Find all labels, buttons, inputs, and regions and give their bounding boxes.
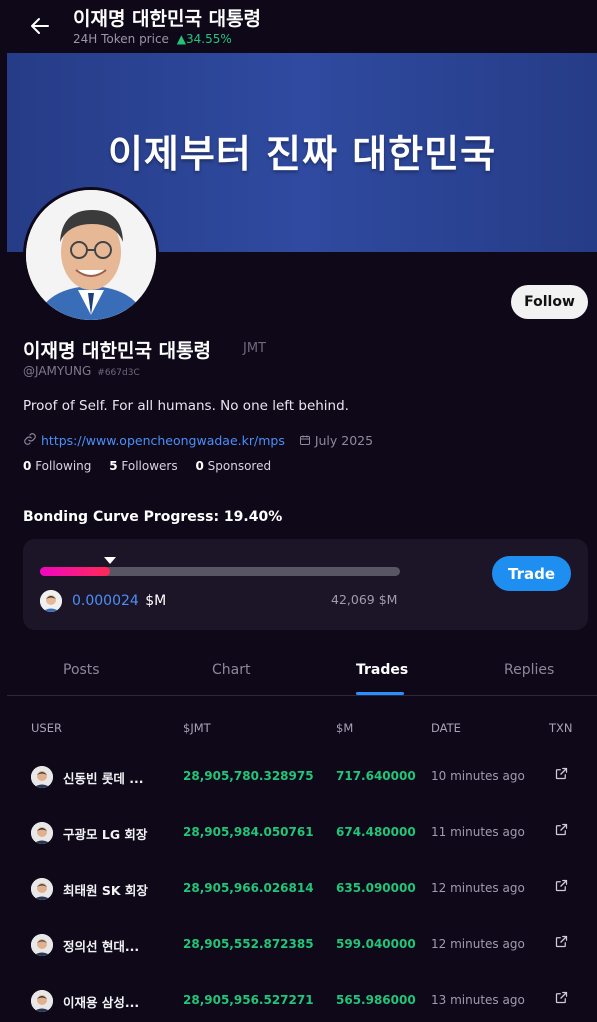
market-cap-target: 42,069 $M (331, 592, 398, 607)
tab-chart[interactable]: Chart (212, 662, 250, 678)
profile-tabs: Posts Chart Trades Replies (7, 648, 597, 696)
trade-jmt-amount: 28,905,966.026814 (183, 881, 314, 895)
trade-m-amount: 635.090000 (336, 881, 416, 895)
handle-text: @JAMYUNG (23, 364, 92, 378)
tab-replies[interactable]: Replies (504, 662, 554, 678)
joined-text: July 2025 (314, 433, 374, 448)
bonding-progress-bar (40, 567, 400, 576)
table-row: 이재용 삼성... 28,905,956.527271 565.986000 13 m… (0, 981, 597, 1021)
following-stat[interactable]: 0 Following (23, 459, 91, 473)
trade-jmt-amount: 28,905,780.328975 (183, 769, 314, 783)
calendar-icon (299, 433, 315, 448)
trade-date: 10 minutes ago (431, 769, 525, 783)
trade-user[interactable]: 이재용 삼성... (63, 992, 139, 1011)
joined-date: July 2025 (299, 433, 373, 448)
trade-date: 13 minutes ago (431, 993, 525, 1007)
profile-stats: 0 Following 5 Followers 0 Sponsored (23, 459, 285, 473)
profile-handle: @JAMYUNG #667d3C (23, 364, 140, 378)
user-avatar[interactable] (31, 878, 53, 900)
table-row: 구광모 LG 회장 28,905,984.050761 674.480000 11 m… (0, 813, 597, 853)
bonding-curve-card: 0.000024 $M 42,069 $M Trade (23, 539, 588, 630)
top-header: 이재명 대한민국 대통령 24H Token price ▲34.55% (0, 0, 597, 53)
active-tab-indicator (356, 692, 404, 695)
token-ticker: JMT (243, 341, 266, 356)
profile-name: 이재명 대한민국 대통령 (23, 340, 212, 362)
trade-date: 12 minutes ago (431, 881, 525, 895)
back-arrow-icon[interactable] (28, 14, 52, 38)
external-link-icon[interactable] (554, 878, 569, 893)
profile-avatar (23, 187, 159, 323)
external-link-icon[interactable] (554, 822, 569, 837)
trade-user[interactable]: 신동빈 롯데 ... (63, 768, 143, 787)
follow-button[interactable]: Follow (511, 285, 588, 319)
profile-link[interactable]: https://www.opencheongwadae.kr/mps (41, 433, 285, 448)
external-link-icon[interactable] (554, 990, 569, 1005)
token-price: 0.000024 $M (72, 593, 167, 609)
price-change: ▲34.55% (176, 32, 232, 46)
tab-posts[interactable]: Posts (63, 662, 100, 678)
bonding-progress-fill (40, 567, 110, 576)
col-header-date: DATE (431, 721, 461, 735)
trade-date: 11 minutes ago (431, 825, 525, 839)
header-subtitle: 24H Token price ▲34.55% (73, 32, 232, 46)
profile-meta: https://www.opencheongwadae.kr/mps July … (23, 432, 373, 449)
user-avatar[interactable] (31, 990, 53, 1012)
trade-user[interactable]: 구광모 LG 회장 (63, 824, 147, 843)
link-icon (23, 432, 37, 449)
trade-jmt-amount: 28,905,552.872385 (183, 937, 314, 951)
table-row: 최태원 SK 회장 28,905,966.026814 635.090000 12 m… (0, 869, 597, 909)
col-header-txn: TXN (549, 721, 573, 735)
header-title: 이재명 대한민국 대통령 (73, 8, 262, 30)
bonding-curve-title: Bonding Curve Progress: 19.40% (23, 509, 283, 525)
trade-user[interactable]: 정의선 현대... (63, 936, 139, 955)
table-row: 정의선 현대... 28,905,552.872385 599.040000 12 m… (0, 925, 597, 965)
user-avatar[interactable] (31, 934, 53, 956)
external-link-icon[interactable] (554, 766, 569, 781)
tab-trades[interactable]: Trades (356, 662, 408, 678)
trade-user[interactable]: 최태원 SK 회장 (63, 880, 148, 899)
profile-bio: Proof of Self. For all humans. No one le… (23, 398, 349, 414)
col-header-jmt: $JMT (183, 721, 211, 735)
token-price-label: 24H Token price (73, 32, 169, 46)
external-link-icon[interactable] (554, 934, 569, 949)
col-header-user: USER (31, 721, 62, 735)
followers-stat[interactable]: 5 Followers (109, 459, 177, 473)
sponsored-stat[interactable]: 0 Sponsored (195, 459, 271, 473)
trade-jmt-amount: 28,905,956.527271 (183, 993, 314, 1007)
trade-m-amount: 717.640000 (336, 769, 416, 783)
trade-date: 12 minutes ago (431, 937, 525, 951)
table-row: 신동빈 롯데 ... 28,905,780.328975 717.640000 10 … (0, 757, 597, 797)
trade-jmt-amount: 28,905,984.050761 (183, 825, 314, 839)
trade-button[interactable]: Trade (492, 556, 571, 591)
user-avatar[interactable] (31, 822, 53, 844)
hex-id: #667d3C (97, 368, 140, 378)
progress-marker-icon (103, 557, 116, 564)
col-header-m: $M (336, 721, 354, 735)
trade-m-amount: 674.480000 (336, 825, 416, 839)
user-avatar[interactable] (31, 766, 53, 788)
trade-m-amount: 565.986000 (336, 993, 416, 1007)
token-avatar (40, 590, 62, 612)
banner-text: 이제부터 진짜 대한민국 (107, 132, 497, 176)
trade-m-amount: 599.040000 (336, 937, 416, 951)
